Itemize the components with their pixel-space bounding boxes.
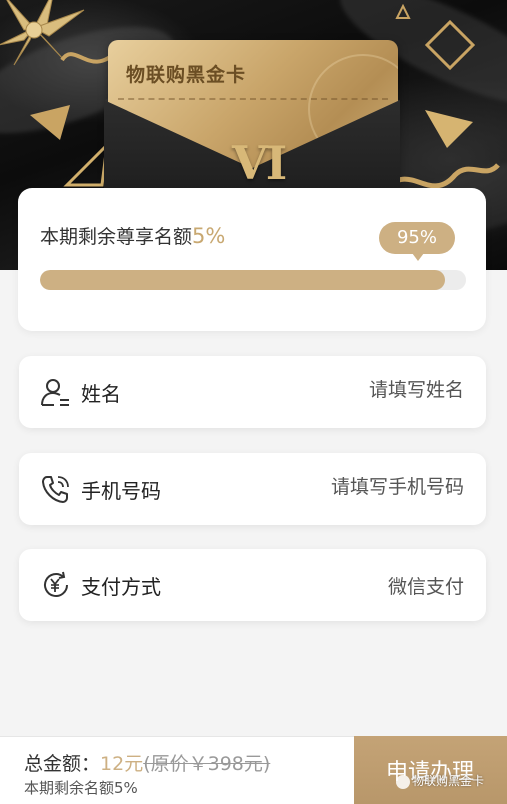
quota-label: 本期剩余尊享名额5% — [40, 222, 225, 249]
user-icon — [41, 379, 69, 406]
total-label: 总金额： — [24, 753, 101, 775]
name-label: 姓名 — [81, 382, 121, 406]
quota-progress-fill — [40, 270, 445, 290]
phone-label: 手机号码 — [81, 479, 161, 503]
remaining-note: 本期剩余名额5% — [24, 779, 138, 797]
confetti-shape — [30, 105, 70, 140]
quota-progress-bar — [40, 270, 466, 290]
card-divider — [118, 98, 388, 100]
phone-row[interactable]: 手机号码 — [19, 453, 486, 525]
watermark: 物联购黑金卡 — [396, 772, 484, 789]
total-price: 12元 — [100, 753, 144, 775]
payment-row[interactable]: 支付方式 微信支付 — [19, 549, 486, 621]
wechat-icon — [396, 774, 410, 789]
payment-label: 支付方式 — [81, 575, 161, 599]
card-title: 物联购黑金卡 — [126, 64, 247, 86]
quota-panel: 本期剩余尊享名额5% 95% — [18, 188, 486, 331]
yuan-refresh-icon — [44, 571, 68, 597]
vip-emblem: VI — [232, 136, 287, 190]
confetti-shape — [425, 110, 473, 148]
watermark-text: 物联购黑金卡 — [412, 774, 485, 788]
quota-label-text: 本期剩余尊享名额 — [40, 226, 193, 248]
payment-method-value[interactable]: 微信支付 — [244, 572, 464, 599]
total-line: 总金额：12元(原价￥398元) — [24, 749, 270, 776]
apply-button[interactable]: 申请办理 — [354, 736, 507, 804]
confetti-shape — [395, 4, 411, 19]
phone-input[interactable] — [244, 476, 464, 498]
confetti-shape — [425, 20, 475, 70]
name-row[interactable]: 姓名 — [19, 356, 486, 428]
quota-remaining-percent: 5% — [192, 224, 226, 248]
original-price: (原价￥398元) — [143, 753, 271, 775]
name-input[interactable] — [244, 379, 464, 401]
progress-bubble: 95% — [379, 222, 455, 261]
phone-icon — [42, 476, 69, 503]
